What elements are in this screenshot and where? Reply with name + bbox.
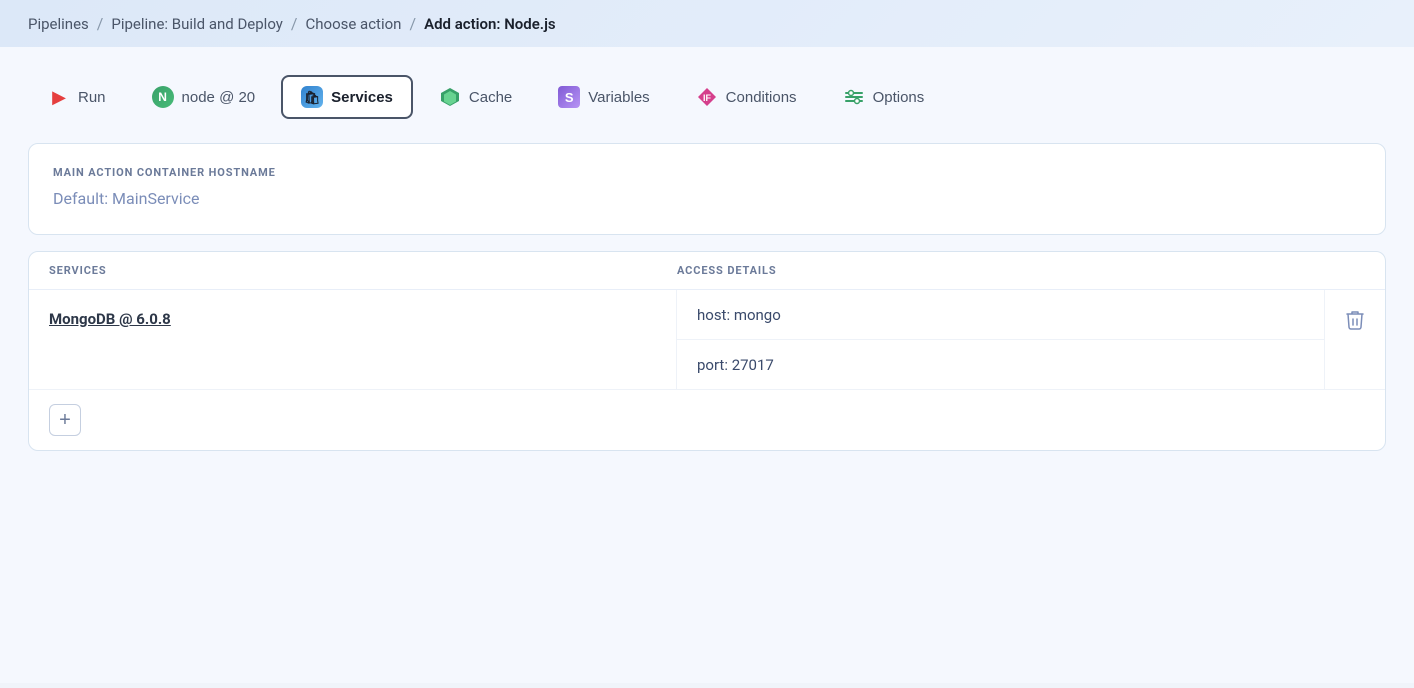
- tab-conditions[interactable]: IF Conditions: [676, 75, 817, 119]
- svg-text:IF: IF: [703, 93, 712, 103]
- main-content: ▶ Run N node @ 20 🛍 Services Cache: [0, 47, 1414, 683]
- breadcrumb-sep-2: /: [291, 14, 298, 33]
- service-name-link[interactable]: MongoDB @ 6.0.8: [49, 310, 171, 328]
- cache-icon: [439, 86, 461, 108]
- run-icon: ▶: [48, 86, 70, 108]
- tab-variables[interactable]: S Variables: [538, 75, 669, 119]
- variables-icon: S: [558, 86, 580, 108]
- col-access-header: ACCESS DETAILS: [677, 264, 1305, 277]
- service-access-cell: host: mongo port: 27017: [677, 290, 1325, 389]
- tab-variables-label: Variables: [588, 89, 649, 106]
- tab-cache[interactable]: Cache: [419, 75, 532, 119]
- tabs-row: ▶ Run N node @ 20 🛍 Services Cache: [28, 75, 1386, 119]
- hostname-placeholder: Default: MainService: [53, 189, 1361, 208]
- services-icon: 🛍: [301, 86, 323, 108]
- node-icon: N: [152, 86, 174, 108]
- service-action-cell: [1325, 290, 1385, 389]
- trash-icon: [1346, 310, 1364, 330]
- tab-services[interactable]: 🛍 Services: [281, 75, 413, 119]
- services-card: SERVICES ACCESS DETAILS MongoDB @ 6.0.8 …: [28, 251, 1386, 451]
- breadcrumb-choose-action[interactable]: Choose action: [305, 15, 401, 33]
- hostname-label: MAIN ACTION CONTAINER HOSTNAME: [53, 166, 1361, 179]
- col-services-header: SERVICES: [49, 264, 677, 277]
- breadcrumb-sep-3: /: [409, 14, 416, 33]
- access-host: host: mongo: [677, 290, 1324, 340]
- access-port: port: 27017: [677, 340, 1324, 389]
- delete-service-button[interactable]: [1340, 306, 1370, 334]
- service-name-cell: MongoDB @ 6.0.8: [29, 290, 677, 389]
- tab-node-label: node @ 20: [182, 89, 256, 106]
- breadcrumb-pipeline[interactable]: Pipeline: Build and Deploy: [111, 15, 283, 33]
- breadcrumb-pipelines[interactable]: Pipelines: [28, 15, 89, 33]
- tab-conditions-label: Conditions: [726, 89, 797, 106]
- tab-cache-label: Cache: [469, 89, 512, 106]
- breadcrumb: Pipelines / Pipeline: Build and Deploy /…: [0, 0, 1414, 47]
- tab-services-label: Services: [331, 89, 393, 106]
- conditions-icon: IF: [696, 86, 718, 108]
- hostname-card: MAIN ACTION CONTAINER HOSTNAME Default: …: [28, 143, 1386, 235]
- add-service-row: +: [29, 390, 1385, 450]
- add-service-button[interactable]: +: [49, 404, 81, 436]
- options-icon: [843, 86, 865, 108]
- tab-options-label: Options: [873, 89, 925, 106]
- table-row: MongoDB @ 6.0.8 host: mongo port: 27017: [29, 290, 1385, 390]
- tab-run-label: Run: [78, 89, 106, 106]
- tab-options[interactable]: Options: [823, 75, 945, 119]
- services-table-header: SERVICES ACCESS DETAILS: [29, 252, 1385, 290]
- tab-run[interactable]: ▶ Run: [28, 75, 126, 119]
- breadcrumb-current: Add action: Node.js: [424, 15, 556, 33]
- tab-node[interactable]: N node @ 20: [132, 75, 276, 119]
- breadcrumb-sep-1: /: [97, 14, 104, 33]
